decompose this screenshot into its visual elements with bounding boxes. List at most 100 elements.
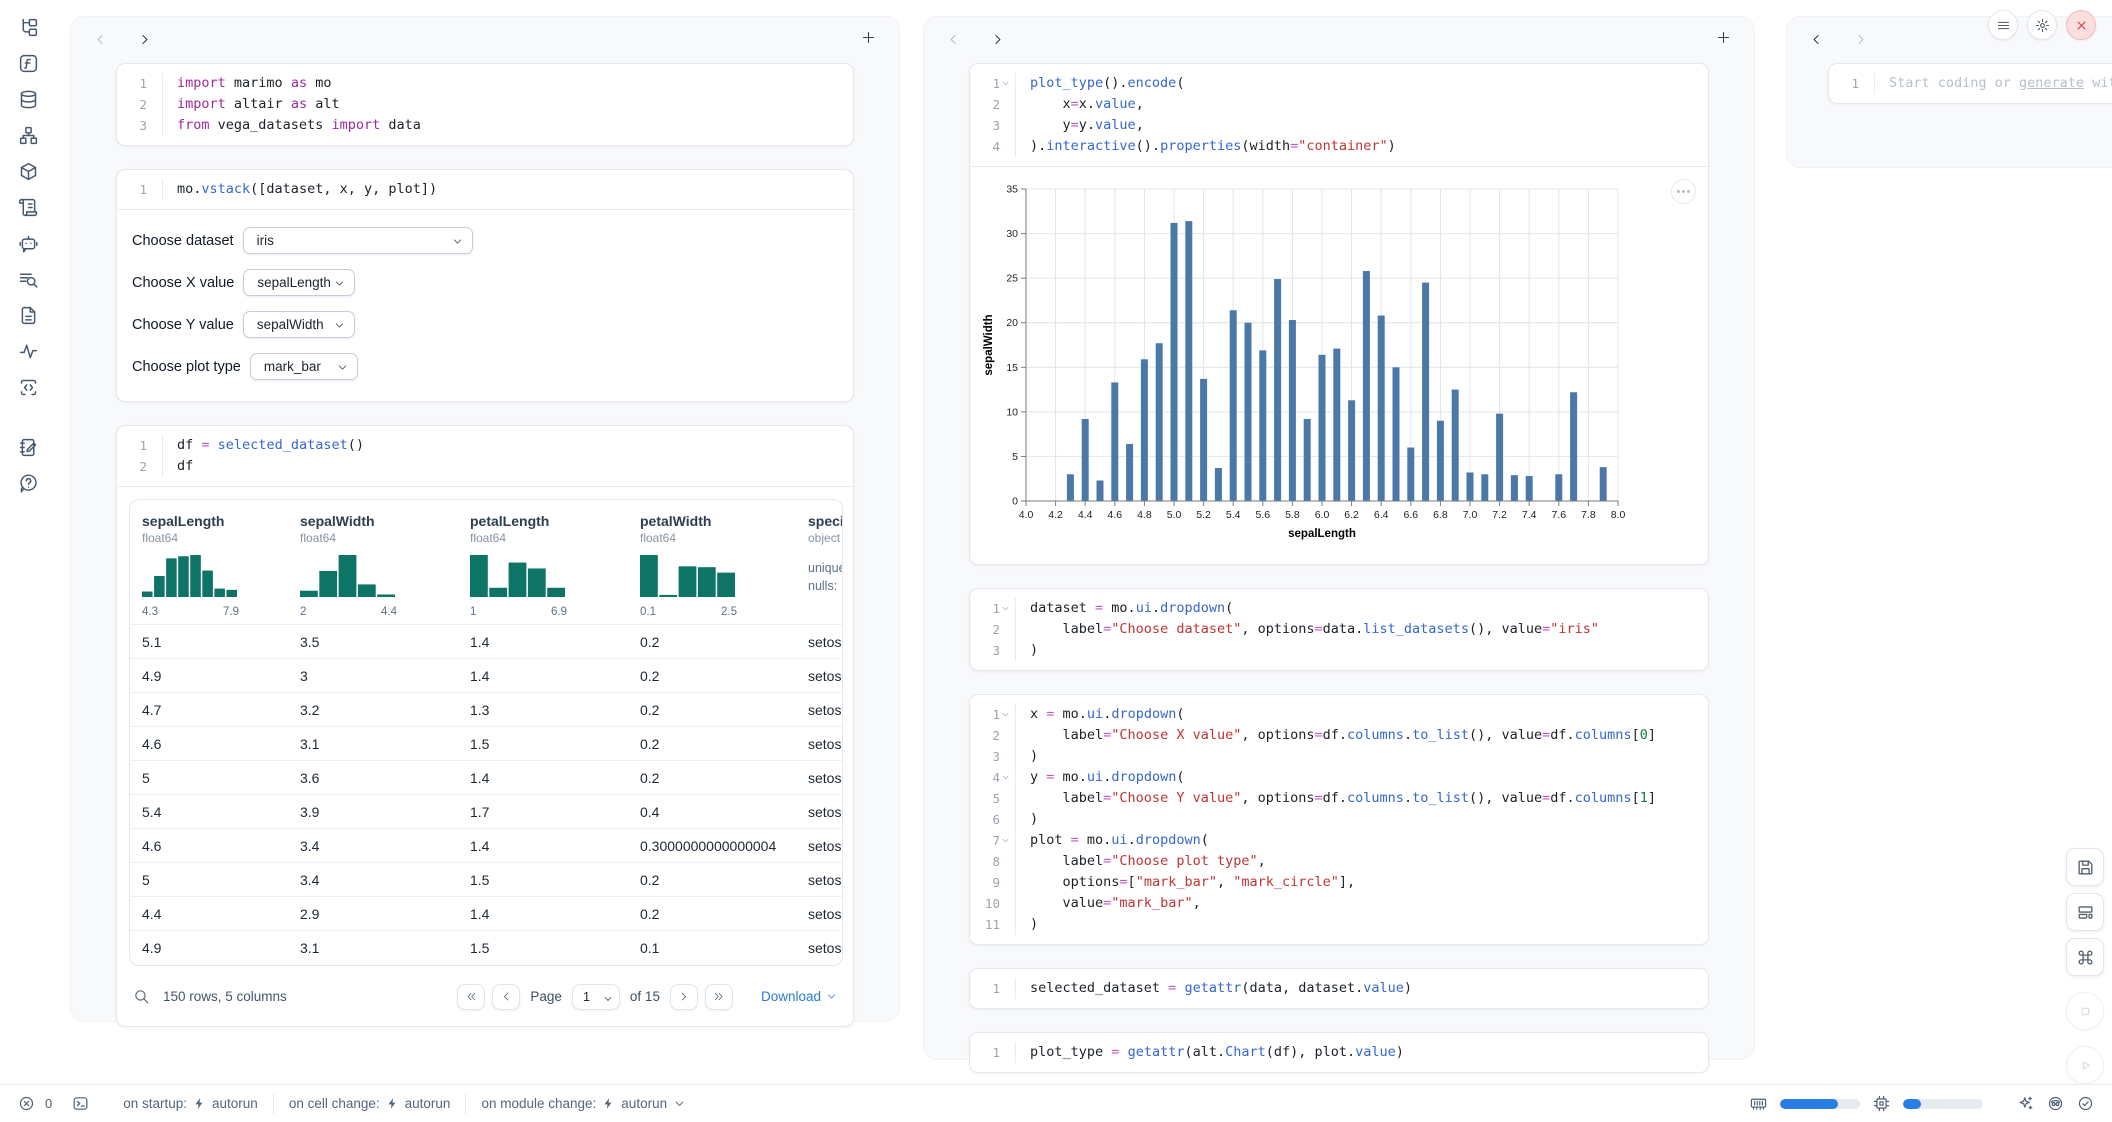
menu-button[interactable] [1988,10,2018,40]
config-value: autorun [212,1096,258,1111]
fold-chevron-icon[interactable] [1001,78,1012,89]
line-number-gutter: 1 [970,1042,1016,1063]
fold-chevron-icon[interactable] [1001,709,1012,720]
fold-chevron-icon[interactable] [1001,772,1012,783]
next-page-button[interactable] [670,984,698,1010]
file-tree-icon[interactable] [17,16,39,38]
snippets-icon[interactable] [17,376,39,398]
first-page-button[interactable] [457,984,485,1010]
code-editor[interactable]: 123dataset = mo.ui.dropdown( label="Choo… [970,589,1708,670]
notebook-cell-selected-dataset[interactable]: 1selected_dataset = getattr(data, datase… [969,968,1709,1009]
scripts-icon[interactable] [17,196,39,218]
table-row[interactable]: 5.13.51.40.2setosa [130,625,843,659]
x-value-select[interactable]: sepalLength [243,269,355,296]
dataset-select[interactable]: iris [243,227,473,254]
ram-icon [1750,1095,1767,1112]
table-row[interactable]: 4.63.11.50.2setosa [130,727,843,761]
table-row[interactable]: 4.931.40.2setosa [130,659,843,693]
column-header-species[interactable]: speciesobjectunique:nulls: [796,500,843,625]
save-button[interactable] [2066,848,2104,886]
table-row[interactable]: 4.93.11.50.1setosa [130,931,843,965]
command-palette-button[interactable] [2066,938,2104,976]
table-row[interactable]: 4.42.91.40.2setosa [130,897,843,931]
table-row[interactable]: 4.73.21.30.2setosa [130,693,843,727]
help-icon[interactable] [17,472,39,494]
code-editor[interactable]: 1selected_dataset = getattr(data, datase… [970,969,1708,1008]
code-editor[interactable]: 1Start coding or generate with [1829,64,2112,103]
chat-icon[interactable] [17,232,39,254]
notebook-cell-xyplot-dropdowns[interactable]: 1234567891011x = mo.ui.dropdown( label="… [969,694,1709,945]
chart-actions-button[interactable] [1671,179,1696,204]
prev-page-button[interactable] [492,984,520,1010]
terminal-icon[interactable] [72,1095,89,1112]
column-next-icon[interactable] [1851,30,1869,48]
autorun-config-item[interactable]: on cell change:autorun [289,1096,451,1111]
notebook-cell-plot-type[interactable]: 1plot_type = getattr(alt.Chart(df), plot… [969,1032,1709,1073]
notebook-cell-vstack[interactable]: 1mo.vstack([dataset, x, y, plot])Choose … [116,169,854,402]
functions-icon[interactable] [17,52,39,74]
column-prev-icon[interactable] [91,30,109,48]
scratchpad-icon[interactable] [17,436,39,458]
column-header-petalLength[interactable]: petalLengthfloat6416.9 [458,500,628,625]
page-select[interactable]: 1 [572,984,620,1010]
line-number-gutter: 1 [1829,73,1875,94]
column-next-icon[interactable] [988,30,1006,48]
notebook-cell-dataframe[interactable]: 12df = selected_dataset()df sepalLengthfl… [116,425,854,1027]
packages-icon[interactable] [17,160,39,182]
chevron-down-icon [337,361,348,372]
stop-button[interactable] [2066,992,2104,1030]
datasources-icon[interactable] [17,88,39,110]
run-button[interactable] [2066,1046,2104,1084]
plot-type-select[interactable]: mark_bar [250,353,358,380]
notebook-cell-plot[interactable]: 1234plot_type().encode( x=x.value, y=y.v… [969,63,1709,565]
documentation-icon[interactable] [17,304,39,326]
last-page-button[interactable] [705,984,733,1010]
error-count-icon[interactable] [18,1095,35,1112]
line-number-gutter: 1 [970,978,1016,999]
notebook-cell-imports[interactable]: 123import marimo as moimport altair as a… [116,63,854,146]
logs-icon[interactable] [17,268,39,290]
svg-text:4.2: 4.2 [1048,509,1063,521]
code-editor[interactable]: 1mo.vstack([dataset, x, y, plot]) [117,170,853,209]
download-button[interactable]: Download [761,989,837,1004]
generate-link[interactable]: generate [2019,75,2084,91]
tracing-icon[interactable] [17,340,39,362]
ai-sparkles-icon[interactable] [2017,1095,2034,1112]
column-prev-icon[interactable] [1807,30,1825,48]
search-icon[interactable] [133,988,150,1005]
table-row[interactable]: 5.43.91.70.4setosa [130,795,843,829]
notebook-cell-dataset-dropdown[interactable]: 123dataset = mo.ui.dropdown( label="Choo… [969,588,1709,671]
code-editor[interactable]: 123import marimo as moimport altair as a… [117,64,853,145]
column-prev-icon[interactable] [944,30,962,48]
column-header-petalWidth[interactable]: petalWidthfloat640.12.5 [628,500,796,625]
table-row[interactable]: 53.41.50.2setosa [130,863,843,897]
code-lines: mo.vstack([dataset, x, y, plot]) [163,179,853,200]
connection-status-icon[interactable] [2077,1095,2094,1112]
code-editor[interactable]: 1plot_type = getattr(alt.Chart(df), plot… [970,1033,1708,1072]
column-header-sepalLength[interactable]: sepalLengthfloat644.37.9 [130,500,288,625]
code-editor[interactable]: 12df = selected_dataset()df [117,426,853,486]
autorun-config-item[interactable]: on startup:autorun [123,1096,258,1111]
settings-button[interactable] [2027,10,2057,40]
layout-button[interactable] [2066,893,2104,931]
close-button[interactable] [2066,10,2096,40]
fold-chevron-icon[interactable] [1001,835,1012,846]
fold-chevron-icon[interactable] [1001,603,1012,614]
code-lines: plot_type().encode( x=x.value, y=y.value… [1016,73,1708,157]
svg-text:7.2: 7.2 [1492,509,1507,521]
copilot-icon[interactable] [2047,1095,2064,1112]
add-cell-button[interactable] [861,30,879,48]
add-cell-button[interactable] [1716,30,1734,48]
code-editor[interactable]: 1234567891011x = mo.ui.dropdown( label="… [970,695,1708,944]
svg-text:6.4: 6.4 [1374,509,1389,521]
column-header-sepalWidth[interactable]: sepalWidthfloat6424.4 [288,500,458,625]
notebook-cell-empty[interactable]: 1Start coding or generate with [1828,63,2112,104]
code-editor[interactable]: 1234plot_type().encode( x=x.value, y=y.v… [970,64,1708,166]
autorun-config-item[interactable]: on module change:autorun [481,1096,686,1111]
table-row[interactable]: 4.63.41.40.3000000000000004setosa [130,829,843,863]
y-value-select[interactable]: sepalWidth [243,311,355,338]
dependency-graph-icon[interactable] [17,124,39,146]
table-row[interactable]: 53.61.40.2setosa [130,761,843,795]
altair-bar-chart[interactable]: 4.04.24.44.64.85.05.25.45.65.86.06.26.46… [980,179,1628,551]
column-next-icon[interactable] [135,30,153,48]
